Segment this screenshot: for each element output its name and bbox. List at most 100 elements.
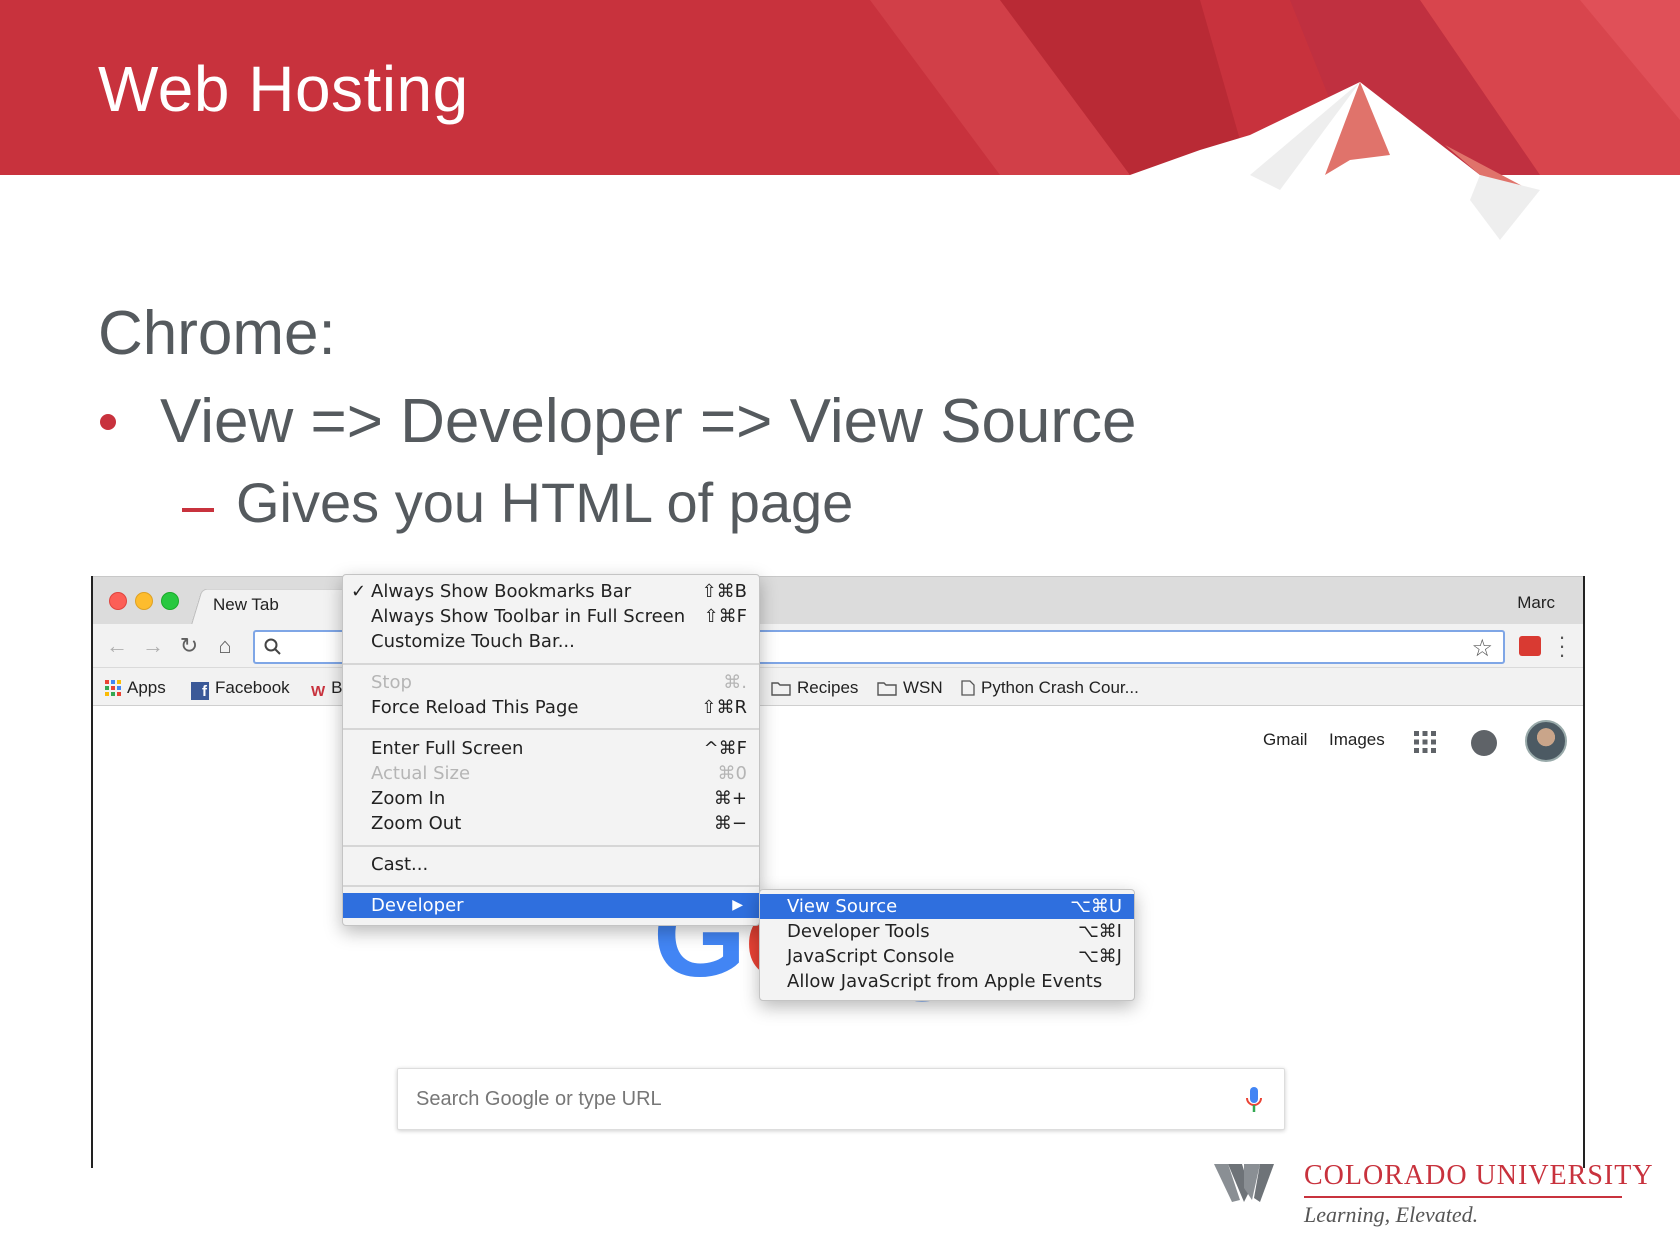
extension-icon[interactable] — [1519, 636, 1541, 656]
menu-separator — [343, 663, 759, 665]
menu-item-always-show-toolbar[interactable]: Always Show Toolbar in Full Screen ⇧⌘F — [343, 604, 759, 629]
menu-item-javascript-console[interactable]: JavaScript Console ⌥⌘J — [760, 944, 1134, 969]
menu-item-shortcut: ⌘− — [713, 813, 747, 834]
minimize-window-button[interactable] — [135, 592, 153, 610]
browser-screenshot: New Tab Marc ← → ↻ ⌂ ☆ · · · Apps f Faceboo… — [91, 576, 1585, 1168]
apps-grid-icon — [105, 680, 121, 696]
bookmark-favicon-icon: W — [311, 683, 326, 700]
menu-item-customize-touch-bar[interactable]: Customize Touch Bar... — [343, 629, 759, 654]
bookmark-label: Facebook — [215, 678, 290, 697]
submenu-arrow-icon: ▶ — [732, 897, 743, 913]
menu-item-always-show-bookmarks-bar[interactable]: ✓ Always Show Bookmarks Bar ⇧⌘B — [343, 579, 759, 604]
menu-item-label: Zoom Out — [371, 813, 462, 834]
menu-item-shortcut: ⌘+ — [713, 788, 747, 809]
menu-item-actual-size: Actual Size ⌘0 — [343, 761, 759, 786]
sub-bullet-text: Gives you HTML of page — [236, 471, 854, 534]
menu-item-zoom-out[interactable]: Zoom Out ⌘− — [343, 811, 759, 836]
menu-item-label: Developer — [371, 895, 464, 916]
home-icon[interactable]: ⌂ — [213, 634, 237, 658]
menu-item-shortcut: ⌘. — [723, 672, 747, 693]
bookmark-star-icon[interactable]: ☆ — [1471, 634, 1493, 663]
view-menu: ✓ Always Show Bookmarks Bar ⇧⌘B Always S… — [342, 574, 760, 926]
search-icon — [264, 638, 281, 655]
bookmark-python-crash-course[interactable]: Python Crash Cour... — [961, 678, 1139, 698]
microphone-icon[interactable] — [1244, 1085, 1264, 1115]
menu-item-stop: Stop ⌘. — [343, 670, 759, 695]
menu-item-label: Cast... — [371, 854, 429, 875]
menu-item-label: View Source — [787, 896, 898, 917]
menu-item-cast[interactable]: Cast... — [343, 852, 759, 877]
chrome-menu-icon[interactable]: · · · — [1557, 626, 1567, 666]
menu-item-label: Allow JavaScript from Apple Events — [787, 971, 1103, 992]
menu-item-shortcut: ⇧⌘B — [701, 581, 747, 602]
bookmark-label: Python Crash Cour... — [981, 678, 1139, 697]
bookmark-label: Recipes — [797, 678, 859, 697]
bookmark-b[interactable]: WB — [311, 678, 343, 700]
search-placeholder: Search Google or type URL — [416, 1088, 662, 1110]
menu-item-view-source[interactable]: View Source ⌥⌘U — [760, 894, 1134, 919]
menu-item-enter-full-screen[interactable]: Enter Full Screen ^⌘F — [343, 736, 759, 761]
menu-item-shortcut: ⌥⌘I — [1077, 921, 1122, 942]
facebook-icon: f — [191, 682, 209, 700]
menu-item-label: JavaScript Console — [787, 946, 955, 967]
tab-title: New Tab — [213, 595, 279, 614]
menu-item-shortcut: ⇧⌘R — [701, 697, 747, 718]
menu-item-allow-javascript-apple-events[interactable]: Allow JavaScript from Apple Events — [760, 969, 1134, 994]
bookmark-label: B — [331, 678, 343, 697]
bullet-dot — [100, 414, 116, 430]
menu-separator — [343, 728, 759, 730]
images-link[interactable]: Images — [1329, 730, 1385, 750]
menu-item-label: Zoom In — [371, 788, 446, 809]
developer-submenu: View Source ⌥⌘U Developer Tools ⌥⌘I Java… — [759, 889, 1135, 1001]
zoom-window-button[interactable] — [161, 592, 179, 610]
menu-item-force-reload[interactable]: Force Reload This Page ⇧⌘R — [343, 695, 759, 720]
menu-item-developer[interactable]: Developer ▶ — [343, 893, 759, 918]
google-search-input[interactable]: Search Google or type URL — [397, 1068, 1285, 1130]
window-titlebar: New Tab Marc — [93, 576, 1583, 625]
menu-item-developer-tools[interactable]: Developer Tools ⌥⌘I — [760, 919, 1134, 944]
university-name: COLORADO UNIVERSITY — [1304, 1160, 1654, 1191]
menu-item-label: Always Show Toolbar in Full Screen — [371, 606, 686, 627]
menu-item-label: Developer Tools — [787, 921, 930, 942]
forward-arrow-icon[interactable]: → — [141, 634, 165, 658]
menu-item-label: Enter Full Screen — [371, 738, 524, 759]
reload-icon[interactable]: ↻ — [177, 634, 201, 658]
menu-item-shortcut: ⌥⌘J — [1077, 946, 1122, 967]
menu-item-label: Force Reload This Page — [371, 697, 579, 718]
menu-item-label: Customize Touch Bar... — [371, 631, 575, 652]
menu-item-shortcut: ^⌘F — [703, 738, 747, 759]
profile-name[interactable]: Marc — [1517, 593, 1555, 613]
menu-separator — [343, 845, 759, 847]
bookmark-label: Apps — [127, 678, 166, 697]
menu-separator — [343, 885, 759, 887]
bullet-text: View => Developer => View Source — [160, 387, 1137, 456]
page-icon — [961, 680, 975, 696]
folder-icon — [877, 682, 897, 696]
mountain-peak-graphic — [1130, 82, 1680, 250]
bookmark-recipes[interactable]: Recipes — [771, 678, 858, 698]
gmail-link[interactable]: Gmail — [1263, 730, 1307, 750]
google-apps-icon[interactable] — [1413, 730, 1437, 754]
menu-item-shortcut: ⌥⌘U — [1070, 896, 1122, 917]
bookmark-wsn[interactable]: WSN — [877, 678, 943, 698]
bookmark-apps[interactable]: Apps — [105, 678, 166, 698]
menu-item-label: Actual Size — [371, 763, 471, 784]
browser-toolbar: ← → ↻ ⌂ ☆ · · · — [93, 624, 1583, 668]
back-arrow-icon[interactable]: ← — [105, 634, 129, 658]
menu-item-label: Always Show Bookmarks Bar — [371, 581, 632, 602]
university-divider — [1304, 1196, 1622, 1198]
close-window-button[interactable] — [109, 592, 127, 610]
avatar[interactable] — [1525, 720, 1567, 762]
menu-item-shortcut: ⌘0 — [717, 763, 747, 784]
university-tagline: Learning, Elevated. — [1304, 1202, 1479, 1227]
notifications-bell-icon[interactable] — [1471, 730, 1497, 756]
university-logo-mark — [1214, 1164, 1274, 1202]
menu-item-zoom-in[interactable]: Zoom In ⌘+ — [343, 786, 759, 811]
bookmarks-bar: Apps f Facebook WB Recipes WSN Python Cra… — [93, 668, 1583, 706]
checkmark-icon: ✓ — [351, 581, 367, 602]
sub-bullet-dash — [182, 508, 214, 512]
bookmark-facebook[interactable]: f Facebook — [191, 678, 290, 700]
menu-item-shortcut: ⇧⌘F — [703, 606, 747, 627]
folder-icon — [771, 682, 791, 696]
menu-item-label: Stop — [371, 672, 412, 693]
